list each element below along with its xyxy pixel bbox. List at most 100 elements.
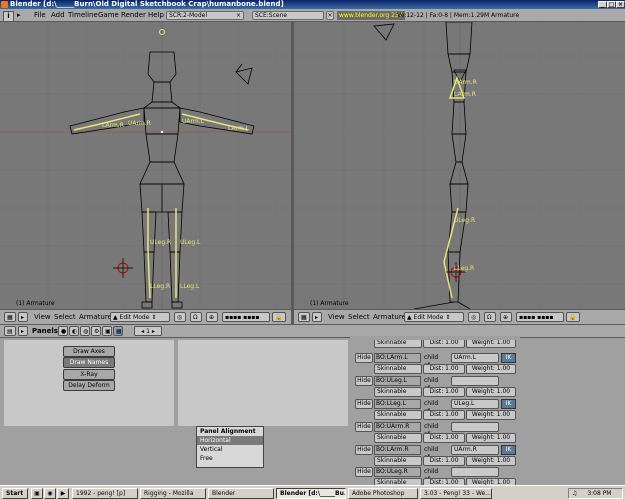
skinnable-button[interactable]: Skinnable <box>374 364 422 374</box>
collapse-menu-icon[interactable]: ▸ <box>312 312 322 322</box>
menu-view[interactable]: View <box>328 313 345 322</box>
view3d-editor-icon[interactable]: ▦ <box>4 312 16 322</box>
menu-view[interactable]: View <box>34 313 51 322</box>
hide-button[interactable]: Hide <box>355 353 373 363</box>
menu-armature[interactable]: Armature <box>373 313 406 322</box>
menu-add[interactable]: Add <box>51 11 65 20</box>
skinnable-button[interactable]: Skinnable <box>374 478 422 485</box>
volume-icon[interactable]: ♫ <box>572 490 577 497</box>
hide-button[interactable]: Hide <box>355 422 373 432</box>
page-stepper[interactable]: ◂ 1 ▸ <box>134 326 162 336</box>
buttons-editor-icon[interactable]: ▤ <box>4 326 16 336</box>
task-photoshop[interactable]: Adobe Photoshop <box>348 488 418 499</box>
menu-game[interactable]: Game <box>98 11 119 20</box>
dist-field[interactable]: Dist: 1.00 <box>423 410 465 420</box>
ik-toggle[interactable]: IK <box>501 353 516 363</box>
draw-axes-button[interactable]: Draw Axes <box>63 346 115 357</box>
snap-icon[interactable]: ⊕ <box>500 312 512 322</box>
bone-name-field[interactable]: BO:ULeg.R <box>374 467 421 477</box>
dist-field[interactable]: Dist: 1.00 <box>423 478 465 485</box>
parent-selector[interactable]: ULeg.L <box>451 399 499 409</box>
dist-field[interactable]: Dist: 1.00 <box>423 340 465 348</box>
menu-select[interactable]: Select <box>54 313 76 322</box>
x-ray-button[interactable]: X-Ray <box>63 369 115 380</box>
collapse-menu-icon[interactable]: ▸ <box>18 312 28 322</box>
quicklaunch-media-icon[interactable]: ▶ <box>57 488 69 499</box>
menu-file[interactable]: File <box>34 11 46 20</box>
task-blender[interactable]: Blender <box>208 488 274 499</box>
logic-context-icon[interactable]: ● <box>58 326 68 336</box>
layer-buttons[interactable]: ▪▪▪▪ ▪▪▪▪ <box>516 312 564 322</box>
info-icon[interactable]: i <box>3 11 14 22</box>
dist-field[interactable]: Dist: 1.00 <box>423 433 465 443</box>
task-mozilla[interactable]: Rigging - Mozilla <box>140 488 206 499</box>
bone-name-field[interactable]: BO:ULeg.L <box>374 376 421 386</box>
menu-help[interactable]: Help <box>148 11 164 20</box>
bone-name-field[interactable]: BO:LLeg.L <box>374 399 421 409</box>
start-button[interactable]: Start <box>2 488 28 499</box>
weight-field[interactable]: Weight: 1.00 <box>466 478 516 485</box>
skinnable-button[interactable]: Skinnable <box>374 433 422 443</box>
hide-button[interactable]: Hide <box>355 445 373 455</box>
parent-selector[interactable] <box>451 467 499 477</box>
skinnable-button[interactable]: Skinnable <box>374 410 422 420</box>
option-horizontal[interactable]: Horizontal <box>197 436 263 445</box>
parent-selector[interactable] <box>451 422 499 432</box>
draw-names-button[interactable]: Draw Names <box>63 357 115 368</box>
3d-viewport-front[interactable]: LArm.R UArm.R UArm.L LArm.L ULeg.R ULeg.… <box>0 22 291 309</box>
quicklaunch-browser-icon[interactable]: ◉ <box>44 488 56 499</box>
menu-timeline[interactable]: Timeline <box>68 11 98 20</box>
layer-buttons[interactable]: ▪▪▪▪ ▪▪▪▪ <box>222 312 270 322</box>
menu-armature[interactable]: Armature <box>79 313 112 322</box>
maximize-button[interactable]: □ <box>607 1 616 8</box>
skinnable-button[interactable]: Skinnable <box>374 340 422 348</box>
ik-toggle[interactable]: IK <box>501 445 516 455</box>
weight-field[interactable]: Weight: 1.00 <box>466 340 516 348</box>
menu-render[interactable]: Render <box>121 11 146 20</box>
mode-selector[interactable]: ▲ Edit Mode ⇕ <box>404 312 464 322</box>
weight-field[interactable]: Weight: 1.00 <box>466 433 516 443</box>
shading-context-icon[interactable]: ◍ <box>80 326 90 336</box>
dist-field[interactable]: Dist: 1.00 <box>423 387 465 397</box>
hide-button[interactable]: Hide <box>355 376 373 386</box>
manipulator-icon[interactable]: Ω <box>484 312 496 322</box>
scene-context-icon[interactable]: ▦ <box>113 326 123 336</box>
dist-field[interactable]: Dist: 1.00 <box>423 364 465 374</box>
hide-button[interactable]: Hide <box>355 467 373 477</box>
hide-button[interactable]: Hide <box>355 399 373 409</box>
bone-name-field[interactable]: BO:LArm.L <box>374 353 421 363</box>
scene-selector[interactable]: SCE:Scene <box>252 11 324 20</box>
skinnable-button[interactable]: Skinnable <box>374 387 422 397</box>
weight-field[interactable]: Weight: 1.00 <box>466 387 516 397</box>
collapse-icon[interactable]: ▸ <box>17 11 21 20</box>
dist-field[interactable]: Dist: 1.00 <box>423 456 465 466</box>
collapse-menu-icon[interactable]: ▸ <box>18 326 28 336</box>
option-vertical[interactable]: Vertical <box>197 445 263 454</box>
parent-selector[interactable]: UArm.R <box>451 445 499 455</box>
close-button[interactable]: × <box>616 1 625 8</box>
quicklaunch-desktop-icon[interactable]: ▣ <box>31 488 43 499</box>
script-context-icon[interactable]: ◐ <box>69 326 79 336</box>
pivot-icon[interactable]: ◎ <box>174 312 186 322</box>
close-icon[interactable]: × <box>236 12 241 19</box>
minimize-button[interactable]: _ <box>598 1 607 8</box>
ik-toggle[interactable]: IK <box>501 399 516 409</box>
3d-viewport-side[interactable]: UArm.R LArm.R ULeg.R LLeg.R (1) Armature <box>294 22 625 309</box>
option-free[interactable]: Free <box>197 454 263 463</box>
pivot-icon[interactable]: ◎ <box>468 312 480 322</box>
task-peng-web[interactable]: 3.03 - Peng! 33 - We... <box>420 488 492 499</box>
snap-icon[interactable]: ⊕ <box>206 312 218 322</box>
parent-selector[interactable] <box>451 376 499 386</box>
mode-selector[interactable]: ▲ Edit Mode ⇕ <box>110 312 170 322</box>
weight-field[interactable]: Weight: 1.00 <box>466 410 516 420</box>
view3d-editor-icon[interactable]: ▦ <box>298 312 310 322</box>
skinnable-button[interactable]: Skinnable <box>374 456 422 466</box>
weight-field[interactable]: Weight: 1.00 <box>466 456 516 466</box>
bone-name-field[interactable]: BO:UArm.R <box>374 422 421 432</box>
lock-icon[interactable]: 🔒 <box>272 312 286 322</box>
weight-field[interactable]: Weight: 1.00 <box>466 364 516 374</box>
lock-icon[interactable]: 🔒 <box>566 312 580 322</box>
screen-selector[interactable]: SCR:2-Model × <box>166 11 244 20</box>
scene-close-icon[interactable]: × <box>326 11 334 20</box>
delay-deform-button[interactable]: Delay Deform <box>63 380 115 391</box>
